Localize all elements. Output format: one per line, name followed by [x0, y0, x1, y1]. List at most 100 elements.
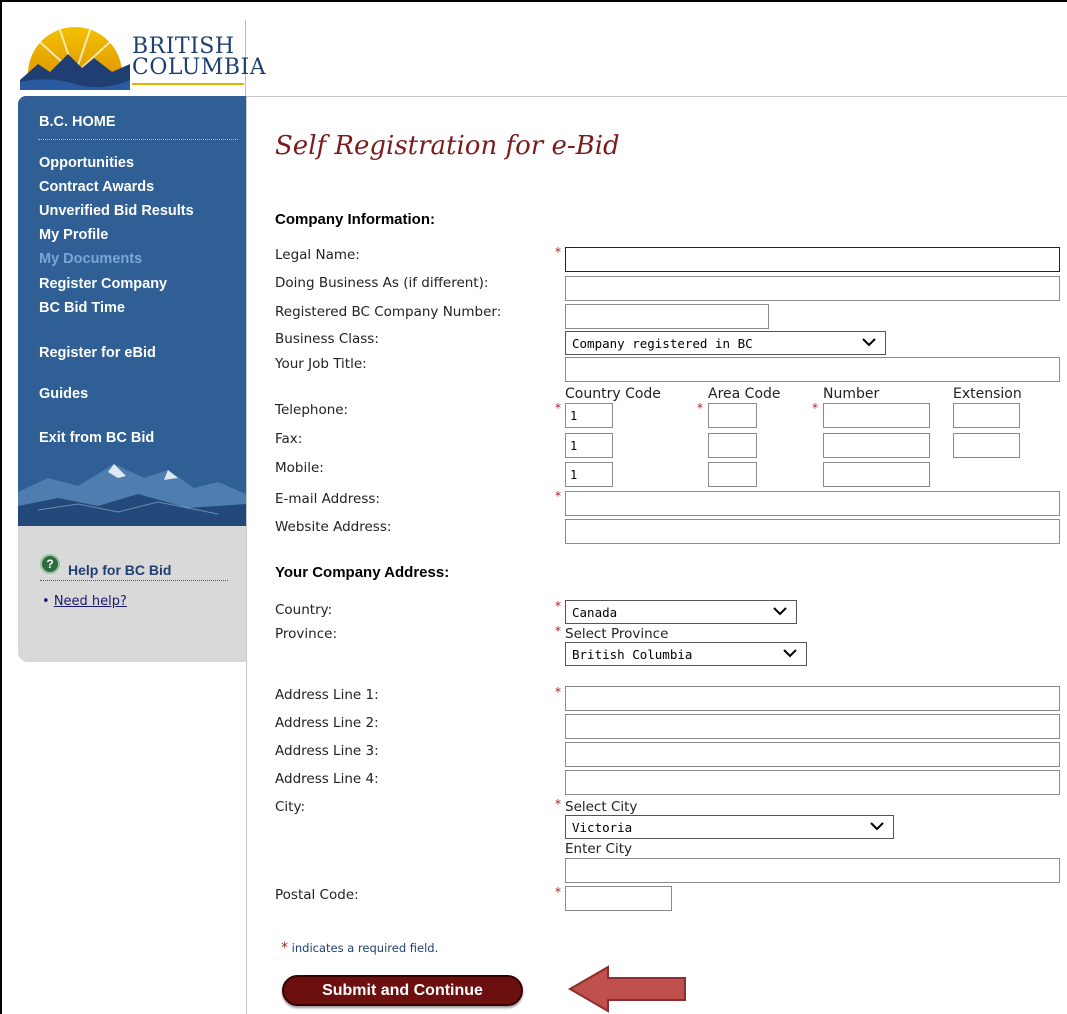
enter-city-input[interactable]	[565, 858, 1060, 883]
need-help-link[interactable]: • Need help?	[42, 594, 127, 609]
country-select[interactable]: Canada	[565, 600, 797, 624]
website-input[interactable]	[565, 519, 1060, 544]
address-line-3-label: Address Line 3:	[275, 743, 379, 759]
sidebar-item-contract-awards[interactable]: Contract Awards	[39, 179, 154, 195]
sun-mountain-logo-icon	[20, 27, 130, 90]
fax-extension-input[interactable]	[953, 433, 1020, 458]
enter-city-label: Enter City	[565, 841, 632, 857]
fax-number-input[interactable]	[823, 433, 930, 458]
telephone-area-code-input[interactable]	[708, 403, 757, 428]
required-marker: *	[555, 797, 561, 811]
city-value: Victoria	[572, 820, 633, 835]
mobile-number-input[interactable]	[823, 462, 930, 487]
help-title[interactable]: Help for BC Bid	[68, 562, 171, 578]
required-marker: *	[281, 940, 288, 956]
telephone-extension-input[interactable]	[953, 403, 1020, 428]
postal-code-label: Postal Code:	[275, 887, 359, 903]
select-province-label: Select Province	[565, 626, 669, 642]
required-marker: *	[555, 245, 561, 259]
required-marker: *	[555, 401, 561, 415]
dba-label: Doing Business As (if different):	[275, 275, 489, 291]
required-marker: *	[812, 401, 818, 415]
postal-code-input[interactable]	[565, 886, 672, 911]
address-line-2-label: Address Line 2:	[275, 715, 379, 731]
bullet-icon: •	[42, 594, 50, 609]
country-value: Canada	[572, 605, 618, 620]
sidebar-item-bc-bid-time[interactable]: BC Bid Time	[39, 300, 125, 316]
fax-label: Fax:	[275, 431, 303, 447]
email-label: E-mail Address:	[275, 491, 380, 507]
address-line-1-label: Address Line 1:	[275, 687, 379, 703]
sidebar-item-opportunities[interactable]: Opportunities	[39, 155, 134, 171]
left-arrow-icon	[568, 965, 686, 1013]
city-select[interactable]: Victoria	[565, 815, 894, 839]
sidebar-item-guides[interactable]: Guides	[39, 386, 88, 402]
website-label: Website Address:	[275, 519, 392, 535]
province-label: Province:	[275, 626, 337, 642]
required-note-text: indicates a required field.	[291, 941, 439, 955]
chevron-down-icon	[862, 338, 876, 347]
bc-logo[interactable]: BRITISH COLUMBIA	[18, 20, 266, 96]
required-marker: *	[555, 685, 561, 699]
header-divider	[246, 96, 1067, 97]
mobile-country-code-input[interactable]: 1	[565, 462, 613, 487]
business-class-label: Business Class:	[275, 331, 379, 347]
mobile-label: Mobile:	[275, 460, 324, 476]
content-divider	[246, 96, 247, 1014]
company-address-heading: Your Company Address:	[275, 564, 450, 581]
province-value: British Columbia	[572, 647, 693, 662]
sidebar-nav: B.C. HOME Opportunities Contract Awards …	[18, 96, 246, 526]
bc-number-input[interactable]	[565, 304, 769, 329]
question-icon: ?	[40, 554, 60, 574]
sidebar-item-my-documents: My Documents	[39, 251, 143, 267]
sidebar-item-bc-home[interactable]: B.C. HOME	[39, 114, 116, 130]
country-label: Country:	[275, 602, 333, 618]
sidebar-item-my-profile[interactable]: My Profile	[39, 227, 108, 243]
business-class-value: Company registered in BC	[572, 336, 753, 351]
job-title-input[interactable]	[565, 357, 1060, 382]
required-marker: *	[697, 401, 703, 415]
sidebar-item-exit[interactable]: Exit from BC Bid	[39, 430, 154, 446]
required-marker: *	[555, 599, 561, 613]
required-note: * indicates a required field.	[281, 940, 438, 956]
address-line-4-label: Address Line 4:	[275, 771, 379, 787]
address-line-4-input[interactable]	[565, 770, 1060, 795]
required-marker: *	[555, 624, 561, 638]
city-label: City:	[275, 799, 306, 815]
logo-underline	[132, 83, 244, 85]
address-line-2-input[interactable]	[565, 714, 1060, 739]
nav-divider	[38, 139, 238, 140]
need-help-link-text[interactable]: Need help?	[54, 594, 127, 609]
email-input[interactable]	[565, 491, 1060, 516]
province-select[interactable]: British Columbia	[565, 642, 807, 666]
area-code-header: Area Code	[708, 386, 781, 402]
address-line-3-input[interactable]	[565, 742, 1060, 767]
fax-country-code-input[interactable]: 1	[565, 433, 613, 458]
extension-header: Extension	[953, 386, 1022, 402]
required-marker: *	[555, 489, 561, 503]
telephone-number-input[interactable]	[823, 403, 930, 428]
business-class-select[interactable]: Company registered in BC	[565, 331, 886, 355]
help-panel: ? Help for BC Bid • Need help?	[18, 526, 246, 662]
number-header: Number	[823, 386, 880, 402]
logo-wordmark: BRITISH COLUMBIA	[132, 34, 267, 80]
telephone-country-code-input[interactable]: 1	[565, 403, 613, 428]
legal-name-input[interactable]	[565, 247, 1060, 272]
company-info-heading: Company Information:	[275, 211, 435, 228]
dba-input[interactable]	[565, 276, 1060, 301]
chevron-down-icon	[773, 607, 787, 616]
chevron-down-icon	[870, 822, 884, 831]
help-divider	[40, 580, 228, 581]
chevron-down-icon	[783, 649, 797, 658]
telephone-label: Telephone:	[275, 402, 349, 418]
mountain-banner-image	[18, 464, 246, 526]
sidebar-item-unverified-bid-results[interactable]: Unverified Bid Results	[39, 203, 194, 219]
select-city-label: Select City	[565, 799, 638, 815]
submit-and-continue-button[interactable]: Submit and Continue	[282, 975, 523, 1006]
required-marker: *	[555, 885, 561, 899]
sidebar-item-register-company[interactable]: Register Company	[39, 276, 167, 292]
sidebar-item-register-for-ebid[interactable]: Register for eBid	[39, 345, 156, 361]
fax-area-code-input[interactable]	[708, 433, 757, 458]
mobile-area-code-input[interactable]	[708, 462, 757, 487]
address-line-1-input[interactable]	[565, 686, 1060, 711]
